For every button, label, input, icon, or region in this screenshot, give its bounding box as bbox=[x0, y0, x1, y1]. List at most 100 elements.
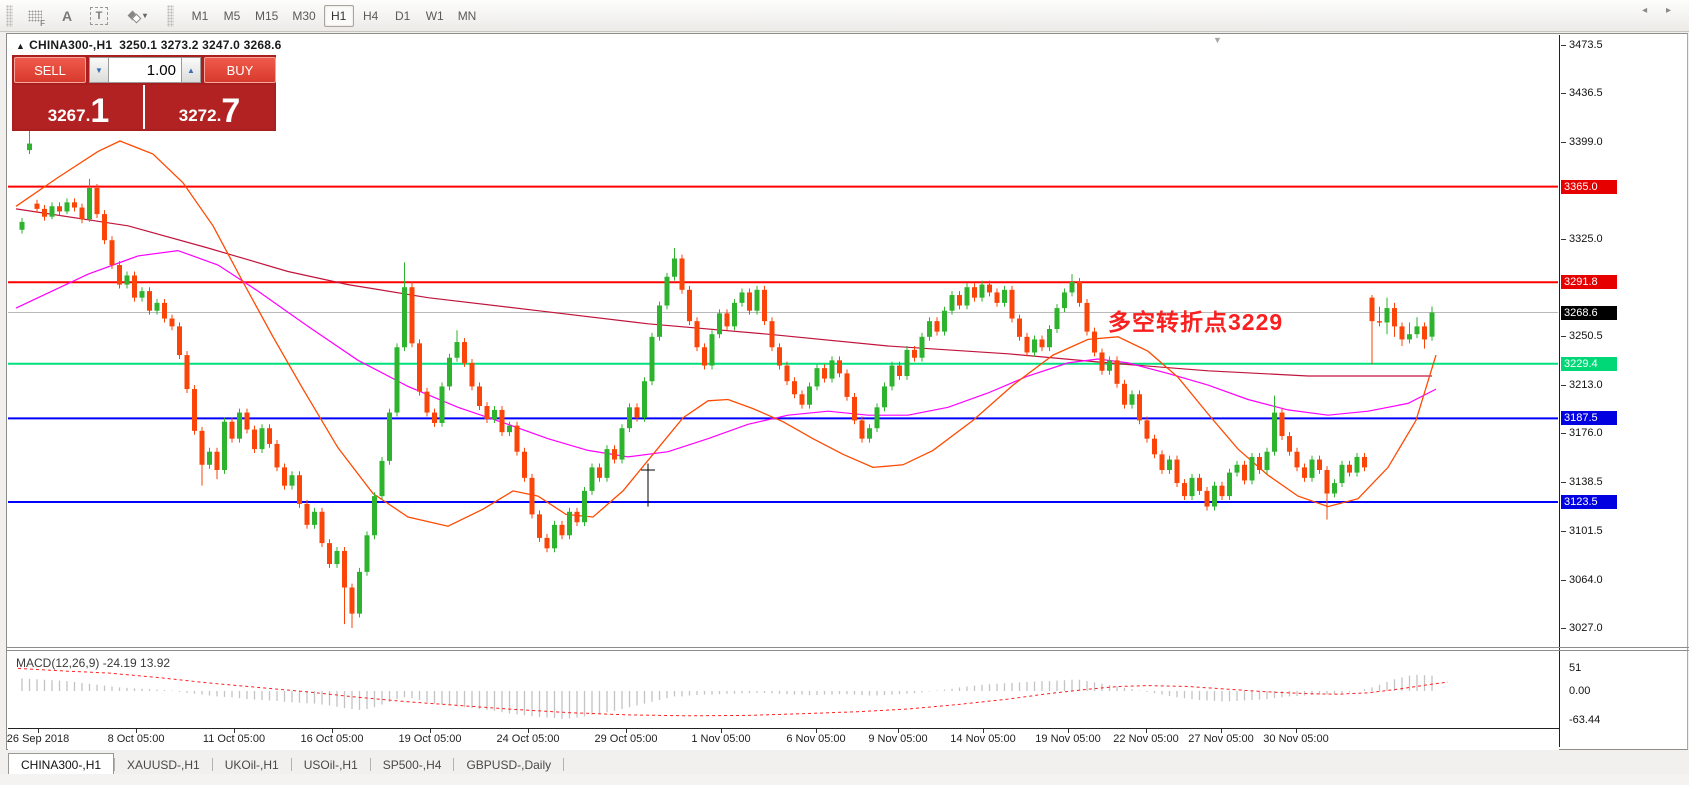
timeframe-button-M1[interactable]: M1 bbox=[185, 5, 215, 27]
candle-body bbox=[829, 360, 835, 379]
candle-body bbox=[34, 203, 40, 209]
price-level-badge-3365.0: 3365.0 bbox=[1561, 179, 1617, 194]
timeframe-button-H4[interactable]: H4 bbox=[356, 5, 386, 27]
candle-body bbox=[664, 276, 670, 306]
tab-divider bbox=[563, 758, 565, 771]
timeframe-button-W1[interactable]: W1 bbox=[420, 5, 450, 27]
chart-tab-xauusdh1[interactable]: XAUUSD-,H1 bbox=[115, 754, 212, 774]
chart-shift-marker-icon[interactable]: ▼ bbox=[1213, 35, 1222, 45]
volume-input[interactable] bbox=[109, 57, 181, 83]
candle-body bbox=[979, 284, 985, 298]
chart-tab-gbpusddaily[interactable]: GBPUSD-,Daily bbox=[454, 754, 563, 774]
candle-body bbox=[177, 326, 182, 356]
price-tick-label: 3064.0 bbox=[1569, 573, 1603, 586]
candle-body bbox=[394, 347, 400, 413]
candle-body bbox=[589, 467, 595, 491]
candle-body bbox=[867, 428, 872, 439]
candle-body bbox=[537, 514, 542, 538]
candle-body bbox=[117, 265, 122, 285]
timeframe-button-M30[interactable]: M30 bbox=[286, 5, 321, 27]
candle-body bbox=[154, 302, 160, 311]
macd-panel[interactable]: MACD(12,26,9) -24.19 13.92 bbox=[8, 651, 1558, 728]
candle-body bbox=[574, 511, 580, 523]
candle-body bbox=[492, 409, 497, 420]
panel-splitter[interactable] bbox=[7, 647, 1689, 648]
candle-body bbox=[604, 449, 610, 478]
volume-decrease-button[interactable]: ▼ bbox=[89, 57, 109, 83]
chart-tab-usoilh1[interactable]: USOil-,H1 bbox=[292, 754, 370, 774]
text-box-tool-icon[interactable]: T bbox=[86, 4, 112, 28]
text-label-tool-icon[interactable]: A bbox=[54, 4, 80, 28]
candle-body bbox=[1219, 485, 1225, 497]
candle-body bbox=[1144, 420, 1150, 439]
one-click-trading-panel: SELL ▼ ▲ BUY 3267.1 3272.7 bbox=[12, 55, 276, 131]
candle-body bbox=[687, 289, 692, 322]
candle-body bbox=[1009, 289, 1015, 319]
candle-body bbox=[42, 208, 47, 217]
candle-body bbox=[387, 412, 392, 461]
volume-stepper: ▼ ▲ bbox=[89, 57, 201, 83]
tab-scroll-arrows[interactable]: ◂ ▸ bbox=[1642, 5, 1679, 16]
candle-body bbox=[1302, 467, 1307, 478]
candle-body bbox=[109, 240, 115, 266]
candle-body bbox=[919, 336, 925, 358]
sell-price-display[interactable]: 3267. 1 bbox=[14, 85, 145, 129]
timeframe-button-M15[interactable]: M15 bbox=[249, 5, 284, 27]
candle-body bbox=[1414, 326, 1420, 335]
candle-body bbox=[124, 275, 130, 285]
candle-body bbox=[1399, 326, 1405, 340]
chart-window: ▲ CHINA300-,H1 3250.1 3273.2 3247.0 3268.… bbox=[6, 33, 1689, 750]
shapes-tool-icon[interactable]: ▾ bbox=[118, 4, 158, 28]
candle-body bbox=[222, 421, 227, 471]
candle-body bbox=[934, 321, 940, 332]
timeframe-group: M1 M5 M15 M30 H1 H4 D1 W1 MN bbox=[184, 4, 483, 27]
candle-body bbox=[27, 143, 32, 151]
price-axis[interactable]: 3473.5 3436.5 3399.0 3325.0 3250.5 3213.0 3176… bbox=[1561, 35, 1687, 747]
buy-price-display[interactable]: 3272. 7 bbox=[145, 85, 274, 129]
time-tick-mark bbox=[816, 729, 817, 733]
macd-axis-label: -63.44 bbox=[1569, 713, 1601, 726]
time-tick-mark bbox=[626, 729, 627, 733]
time-axis-label: 29 Oct 05:00 bbox=[594, 733, 658, 745]
toolbar-grip-2[interactable] bbox=[167, 4, 174, 27]
candle-body bbox=[987, 284, 992, 293]
price-level-badge-3123.5: 3123.5 bbox=[1561, 494, 1617, 509]
candle-body bbox=[417, 343, 422, 392]
volume-increase-button[interactable]: ▲ bbox=[181, 57, 201, 83]
buy-button[interactable]: BUY bbox=[204, 57, 276, 83]
candle-body bbox=[852, 396, 857, 421]
chart-tab-china300h1[interactable]: CHINA300-,H1 bbox=[8, 753, 115, 774]
candle-body bbox=[1017, 318, 1022, 337]
template-grid-icon[interactable]: F bbox=[22, 4, 48, 28]
candle-body bbox=[1264, 451, 1270, 471]
chart-tab-sp500h4[interactable]: SP500-,H4 bbox=[371, 754, 454, 774]
time-axis-label: 27 Nov 05:00 bbox=[1188, 733, 1254, 745]
chart-tab-ukoilh1[interactable]: UKOil-,H1 bbox=[213, 754, 291, 774]
candle-body bbox=[874, 407, 880, 429]
candle-body bbox=[237, 412, 242, 439]
time-tick-mark bbox=[898, 729, 899, 733]
time-axis[interactable]: 26 Sep 2018 8 Oct 05:00 11 Oct 05:00 16 Oct… bbox=[7, 728, 1559, 750]
sell-button[interactable]: SELL bbox=[14, 57, 86, 83]
candle-body bbox=[1279, 412, 1285, 437]
timeframe-button-D1[interactable]: D1 bbox=[388, 5, 418, 27]
candle-body bbox=[409, 287, 415, 344]
candle-body bbox=[747, 292, 752, 311]
candle-body bbox=[1129, 394, 1135, 405]
candle-body bbox=[1309, 459, 1315, 478]
timeframe-button-MN[interactable]: MN bbox=[452, 5, 483, 27]
candle-body bbox=[357, 571, 362, 614]
candle-body bbox=[844, 373, 850, 397]
candle-body bbox=[342, 550, 347, 588]
timeframe-button-H1[interactable]: H1 bbox=[323, 4, 354, 27]
candle-body bbox=[1054, 308, 1060, 329]
candle-body bbox=[777, 347, 782, 366]
candle-body bbox=[882, 386, 887, 408]
chevron-down-icon: ▾ bbox=[142, 11, 147, 20]
toolbar-grip[interactable] bbox=[6, 4, 13, 27]
collapse-triangle-icon[interactable]: ▲ bbox=[16, 41, 25, 51]
timeframe-button-M5[interactable]: M5 bbox=[217, 5, 247, 27]
candle-body bbox=[702, 347, 707, 366]
chart-plot-area[interactable]: ▲ CHINA300-,H1 3250.1 3273.2 3247.0 3268.… bbox=[8, 35, 1558, 647]
candle-body bbox=[769, 321, 775, 348]
